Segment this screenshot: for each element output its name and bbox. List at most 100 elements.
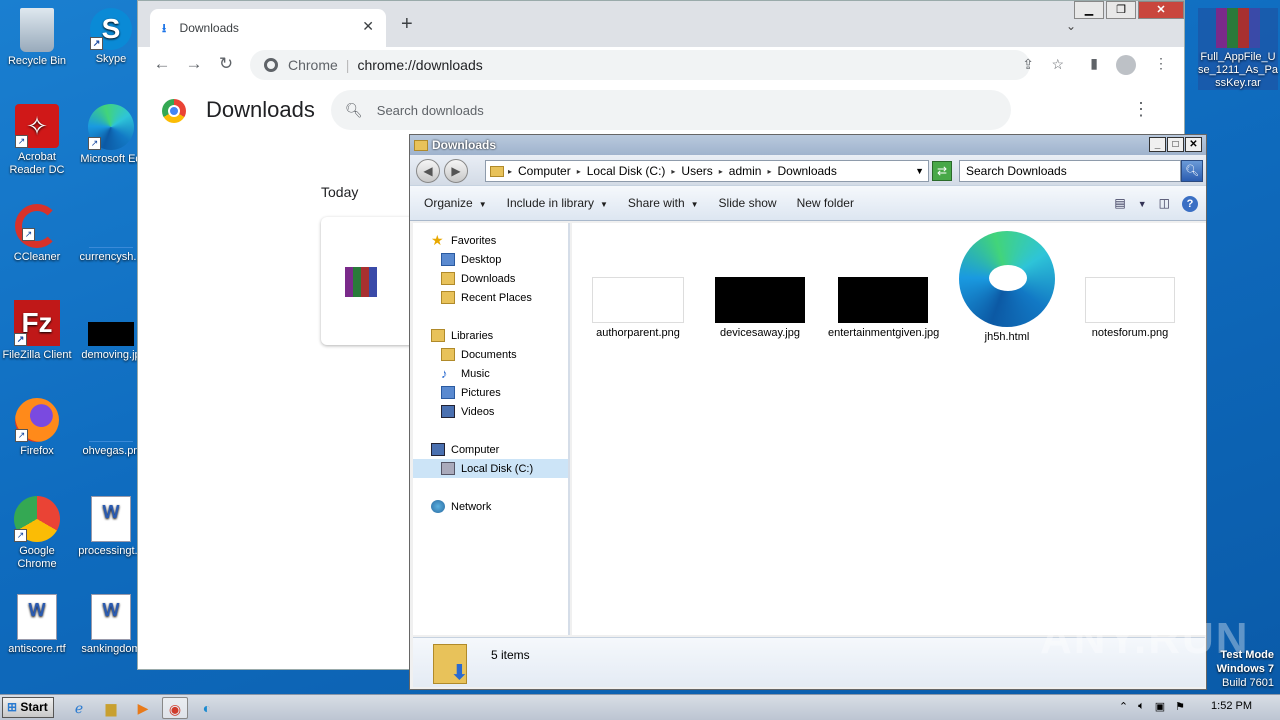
share-icon[interactable]: ⇪ (1022, 56, 1034, 73)
breadcrumb[interactable]: ▸ Computer ▸ Local Disk (C:) ▸ Users ▸ a… (485, 160, 929, 182)
action-center-flag-icon[interactable]: ⚑ (1175, 700, 1185, 713)
internet-explorer-icon[interactable]: ℯ (66, 697, 92, 719)
nav-videos[interactable]: Videos (441, 402, 494, 421)
maximize-button[interactable]: □ (1167, 137, 1184, 152)
forward-button[interactable]: ▶ (444, 159, 468, 183)
desktop-icon-filezilla[interactable]: Fz ↗ FileZilla Client (0, 300, 74, 362)
bookmark-star-icon[interactable]: ☆ (1051, 56, 1064, 73)
show-desktop-button[interactable] (1262, 700, 1272, 713)
downloads-menu-icon[interactable]: ⋮ (1132, 99, 1150, 120)
breadcrumb-admin[interactable]: admin (729, 164, 762, 178)
nav-music[interactable]: ♪ Music (441, 364, 490, 383)
new-tab-button[interactable]: + (401, 13, 413, 36)
file-item[interactable]: authorparent.png (583, 277, 693, 340)
organize-label: Organize (424, 196, 473, 210)
file-explorer-icon[interactable]: ▆ (98, 697, 124, 719)
chrome-site-icon (264, 58, 278, 72)
forward-button[interactable]: → (178, 54, 210, 74)
chrome-taskbar-icon[interactable]: ◉ (162, 697, 188, 719)
breadcrumb-arrow-icon[interactable]: ▸ (719, 167, 723, 176)
chrome-menu-icon[interactable]: ⋮ (1154, 55, 1168, 75)
minimize-button[interactable]: _ (1149, 137, 1166, 152)
share-with-label: Share with (627, 196, 685, 210)
file-name: jh5h.html (984, 331, 1030, 343)
tray-expand-icon[interactable]: ⌃ (1119, 700, 1128, 713)
downloads-search-input[interactable]: 🔍︎ Search downloads (331, 90, 1011, 130)
desktop-icon-acrobat[interactable]: ✧ ↗ Acrobat Reader DC (0, 104, 74, 177)
profile-avatar[interactable] (1116, 55, 1136, 75)
nav-desktop[interactable]: Desktop (441, 250, 501, 269)
close-button[interactable]: ✕ (1185, 137, 1202, 152)
back-button[interactable]: ◀ (416, 159, 440, 183)
address-bar[interactable]: Chrome | chrome://downloads (250, 50, 1030, 80)
tab-downloads[interactable]: ⭳ Downloads ✕ (150, 9, 386, 47)
slide-show-button[interactable]: Slide show (709, 196, 787, 210)
nav-pictures[interactable]: Pictures (441, 383, 501, 402)
site-chip: Chrome (288, 57, 338, 73)
nav-libraries[interactable]: Libraries (431, 326, 493, 345)
desktop-icon-rar-file[interactable]: Full_AppFile_Use_1211_As_PassKey.rar (1198, 8, 1278, 90)
nav-label: Videos (461, 405, 495, 418)
reload-button[interactable]: ↻ (210, 54, 242, 74)
desktop-icon-ccleaner[interactable]: ↗ CCleaner (0, 204, 74, 264)
side-panel-icon[interactable]: ▮ (1090, 55, 1098, 75)
view-dropdown-icon[interactable]: ▼ (1138, 196, 1147, 212)
volume-icon[interactable]: 🔈︎ (1138, 700, 1145, 713)
start-button[interactable]: ⊞ Start (2, 697, 54, 718)
minimize-button[interactable]: ▁ (1074, 1, 1104, 19)
media-player-icon[interactable]: ▶ (130, 697, 156, 719)
file-item[interactable]: devicesaway.jpg (705, 277, 815, 340)
file-item[interactable]: notesforum.png (1075, 277, 1185, 340)
close-window-button[interactable]: ✕ (1138, 1, 1184, 19)
share-with-button[interactable]: Share with ▼ (618, 196, 709, 210)
breadcrumb-arrow-icon[interactable]: ▸ (577, 167, 581, 176)
file-list: authorparent.png devicesaway.jpg enterta… (572, 223, 1206, 635)
file-item[interactable]: jh5h.html (952, 231, 1062, 344)
breadcrumb-users[interactable]: Users (681, 164, 712, 178)
change-view-icon[interactable]: ▤ (1114, 196, 1125, 212)
include-in-library-button[interactable]: Include in library ▼ (497, 196, 618, 210)
desktop-icon-label: Acrobat Reader DC (9, 151, 65, 176)
preview-pane-icon[interactable]: ◫ (1159, 196, 1170, 212)
nav-documents[interactable]: Documents (441, 345, 517, 364)
restore-button[interactable]: ❐ (1106, 1, 1136, 19)
clock[interactable]: 1:52 PM (1211, 700, 1252, 713)
breadcrumb-arrow-icon[interactable]: ▸ (508, 167, 512, 176)
nav-local-disk[interactable]: Local Disk (C:) (413, 459, 568, 478)
explorer-search-input[interactable]: Search Downloads (959, 160, 1181, 182)
back-button[interactable]: ← (146, 54, 178, 74)
nav-recent-places[interactable]: Recent Places (441, 288, 532, 307)
search-icon[interactable]: 🔍︎ (1181, 160, 1203, 182)
nav-network[interactable]: Network (431, 497, 491, 516)
network-tray-icon[interactable]: ▣ (1155, 700, 1165, 713)
folder-icon (490, 165, 504, 177)
edge-taskbar-icon[interactable]: ◐ (194, 697, 220, 719)
desktop-icon-firefox[interactable]: ↗ Firefox (0, 398, 74, 458)
breadcrumb-computer[interactable]: Computer (518, 164, 571, 178)
breadcrumb-local-disk[interactable]: Local Disk (C:) (587, 164, 666, 178)
music-icon: ♪ (441, 366, 448, 381)
organize-button[interactable]: Organize ▼ (414, 196, 497, 210)
file-item[interactable]: entertainmentgiven.jpg (828, 277, 939, 340)
tab-search-chevron-icon[interactable]: ⌄ (1066, 19, 1076, 33)
word-document-icon: W (17, 594, 57, 640)
refresh-button[interactable]: ⇄ (932, 161, 952, 181)
desktop-icon-antiscore[interactable]: W antiscore.rtf (0, 594, 74, 656)
new-folder-button[interactable]: New folder (787, 196, 864, 210)
nav-computer[interactable]: Computer (431, 440, 499, 459)
search-placeholder: Search downloads (376, 102, 484, 118)
close-tab-icon[interactable]: ✕ (362, 18, 374, 35)
dropdown-arrow-icon: ▼ (690, 200, 699, 209)
desktop-icon-recycle-bin[interactable]: Recycle Bin (0, 8, 74, 68)
nav-label: Documents (461, 348, 517, 361)
desktop-icon-chrome[interactable]: ↗ Google Chrome (0, 496, 74, 571)
nav-downloads[interactable]: Downloads (441, 269, 515, 288)
breadcrumb-arrow-icon[interactable]: ▸ (671, 167, 675, 176)
breadcrumb-arrow-icon[interactable]: ▸ (767, 167, 771, 176)
address-dropdown-icon[interactable]: ▼ (915, 166, 924, 176)
help-icon[interactable]: ? (1182, 196, 1198, 212)
breadcrumb-downloads[interactable]: Downloads (777, 164, 836, 178)
explorer-window-controls: _ □ ✕ (1149, 137, 1202, 152)
nav-favorites[interactable]: ★ Favorites (431, 231, 496, 250)
windows-logo-icon: ⊞ (7, 700, 18, 714)
